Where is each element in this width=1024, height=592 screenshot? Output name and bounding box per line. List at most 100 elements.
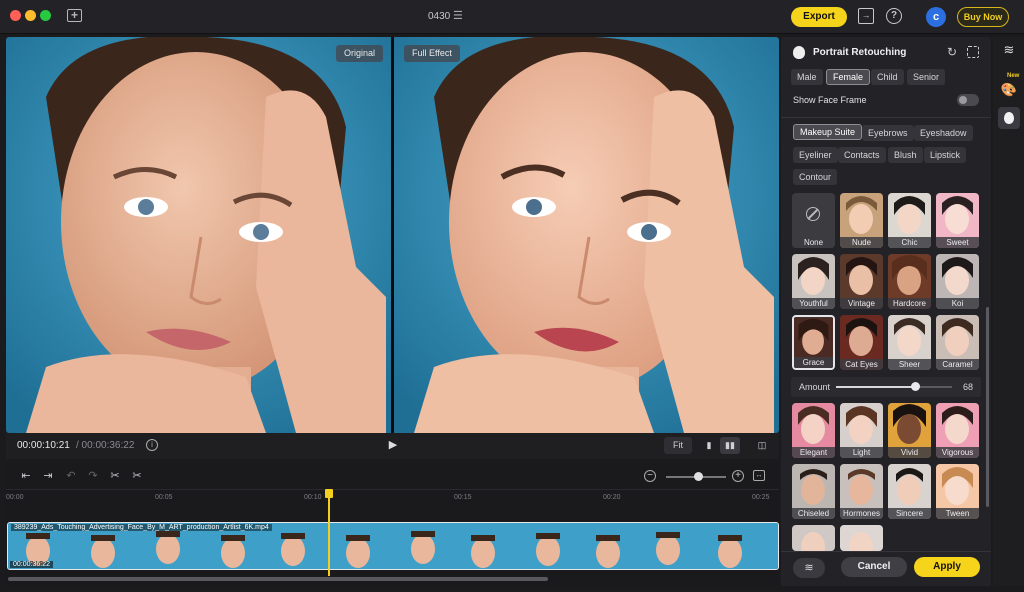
category-makeup-suite[interactable]: Makeup Suite (793, 124, 863, 140)
portrait-face-icon[interactable] (998, 107, 1020, 129)
category-contacts[interactable]: Contacts (838, 147, 886, 163)
face-detect-icon[interactable] (967, 46, 979, 58)
playback-bar: 00:00:10:21 / 00:00:36:22 i ▶ Fit ▮ ▮▮ ◫ (6, 433, 779, 459)
look-label: Vintage (840, 298, 883, 309)
layers-icon[interactable]: ≋ (793, 558, 825, 578)
look-koi-tile[interactable]: Koi (936, 254, 979, 309)
layers-stack-icon[interactable]: ≋ (998, 39, 1020, 61)
fit-button[interactable]: Fit (664, 437, 692, 454)
project-title: 0430 (428, 11, 451, 22)
style-chiseled-tile[interactable]: Chiseled (792, 464, 835, 519)
clip-filename: 389239_Ads_Touching_Advertising_Face_By_… (11, 524, 272, 531)
export-queue-icon[interactable]: → (858, 8, 874, 24)
style-elegant-tile[interactable]: Elegant (792, 403, 835, 458)
subject-senior-tab[interactable]: Senior (907, 69, 946, 85)
category-eyebrows[interactable]: Eyebrows (862, 125, 914, 141)
zoom-window-button[interactable] (40, 10, 51, 21)
buy-now-button[interactable]: Buy Now (957, 7, 1009, 27)
close-window-button[interactable] (10, 10, 21, 21)
add-media-icon[interactable]: + (67, 9, 82, 22)
category-contour[interactable]: Contour (793, 169, 838, 185)
trim-scissors-icon[interactable]: ✂ (129, 469, 145, 483)
style-vivid-tile[interactable]: Vivid (888, 403, 931, 458)
title-bar: + 0430 ☰ Export → ? c Buy Now (0, 0, 1024, 34)
user-avatar[interactable]: c (926, 7, 946, 27)
style-partial-tile[interactable] (792, 525, 835, 551)
style-label: Vivid (888, 447, 931, 458)
subject-male-tab[interactable]: Male (791, 69, 823, 85)
minimize-window-button[interactable] (25, 10, 36, 21)
timeline-scrollbar[interactable] (8, 577, 548, 581)
look-nude-tile[interactable]: Nude (840, 193, 883, 248)
ruler-label: 00:20 (603, 494, 621, 501)
look-label: Grace (794, 357, 833, 368)
style-light-tile[interactable]: Light (840, 403, 883, 458)
zoom-in-icon[interactable]: + (732, 470, 744, 482)
amount-value: 68 (963, 382, 974, 392)
zoom-out-icon[interactable]: − (644, 470, 656, 482)
export-button[interactable]: Export (791, 7, 847, 27)
portrait-retouching-panel: Portrait Retouching ↻ Male Female Child … (781, 37, 991, 586)
style-vigorous-tile[interactable]: Vigorous (936, 403, 979, 458)
look-none-tile[interactable]: None (792, 193, 835, 248)
look-label: Sheer (888, 359, 931, 370)
look-label: Cat Eyes (840, 359, 883, 370)
ruler-label: 00:00 (6, 494, 24, 501)
style-hormones-tile[interactable]: Hormones (840, 464, 883, 519)
look-youthful-tile[interactable]: Youthful (792, 254, 835, 309)
look-grace-tile[interactable]: Grace (792, 315, 835, 370)
look-label: None (792, 237, 835, 248)
original-label: Original (336, 45, 384, 62)
style-sincere-tile[interactable]: Sincere (888, 464, 931, 519)
palette-icon[interactable]: 🎨 (998, 79, 1020, 101)
timeline: ⇤ ⇥ ↶ ↷ ✂ ✂ − + ↔ 00:00 00:05 00:10 00:1… (6, 462, 779, 586)
style-label: Sincere (888, 508, 931, 519)
category-eyeshadow[interactable]: Eyeshadow (914, 125, 973, 141)
style-tween-tile[interactable]: Tween (936, 464, 979, 519)
category-blush[interactable]: Blush (888, 147, 923, 163)
panel-scrollbar[interactable] (986, 307, 989, 507)
subject-child-tab[interactable]: Child (871, 69, 904, 85)
video-clip[interactable]: 389239_Ads_Touching_Advertising_Face_By_… (7, 522, 779, 570)
style-label: Light (840, 447, 883, 458)
look-label: Sweet (936, 237, 979, 248)
reset-icon[interactable]: ↻ (947, 45, 957, 59)
apply-button[interactable]: Apply (914, 557, 980, 577)
look-label: Youthful (792, 298, 835, 309)
subject-female-tab[interactable]: Female (826, 69, 871, 85)
look-caramel-tile[interactable]: Caramel (936, 315, 979, 370)
look-vintage-tile[interactable]: Vintage (840, 254, 883, 309)
project-list-icon[interactable]: ☰ (453, 9, 463, 22)
full-effect-preview-image (394, 37, 779, 433)
category-lipstick[interactable]: Lipstick (924, 147, 967, 163)
look-sweet-tile[interactable]: Sweet (936, 193, 979, 248)
cancel-button[interactable]: Cancel (841, 557, 907, 577)
jump-to-end-icon[interactable]: ⇥ (40, 469, 56, 483)
split-view-icon[interactable]: ▮▮ (720, 437, 740, 454)
timeline-zoom-thumb[interactable] (694, 472, 703, 481)
show-face-frame-label: Show Face Frame (793, 95, 867, 105)
look-hardcore-tile[interactable]: Hardcore (888, 254, 931, 309)
style-partial-tile[interactable] (840, 525, 883, 551)
panel-title: Portrait Retouching (813, 47, 907, 58)
show-face-frame-toggle[interactable] (957, 94, 979, 106)
jump-to-start-icon[interactable]: ⇤ (18, 469, 34, 483)
time-ruler[interactable]: 00:00 00:05 00:10 00:15 00:20 00:25 (6, 492, 779, 506)
none-icon (806, 207, 820, 221)
fit-timeline-icon[interactable]: ↔ (753, 470, 765, 481)
single-view-icon[interactable]: ▮ (699, 437, 719, 454)
compare-view-icon[interactable]: ◫ (752, 437, 772, 454)
look-sheer-tile[interactable]: Sheer (888, 315, 931, 370)
split-scissors-icon[interactable]: ✂ (107, 469, 123, 483)
original-preview-image (6, 37, 391, 433)
info-icon[interactable]: i (146, 439, 158, 451)
playhead[interactable] (328, 490, 330, 576)
category-eyeliner[interactable]: Eyeliner (793, 147, 838, 163)
look-chic-tile[interactable]: Chic (888, 193, 931, 248)
help-icon[interactable]: ? (886, 8, 902, 24)
amount-slider-thumb[interactable] (910, 382, 920, 391)
undo-icon[interactable]: ↶ (63, 469, 79, 483)
redo-icon[interactable]: ↷ (85, 469, 101, 483)
look-cat-eyes-tile[interactable]: Cat Eyes (840, 315, 883, 370)
play-icon[interactable]: ▶ (386, 438, 400, 452)
